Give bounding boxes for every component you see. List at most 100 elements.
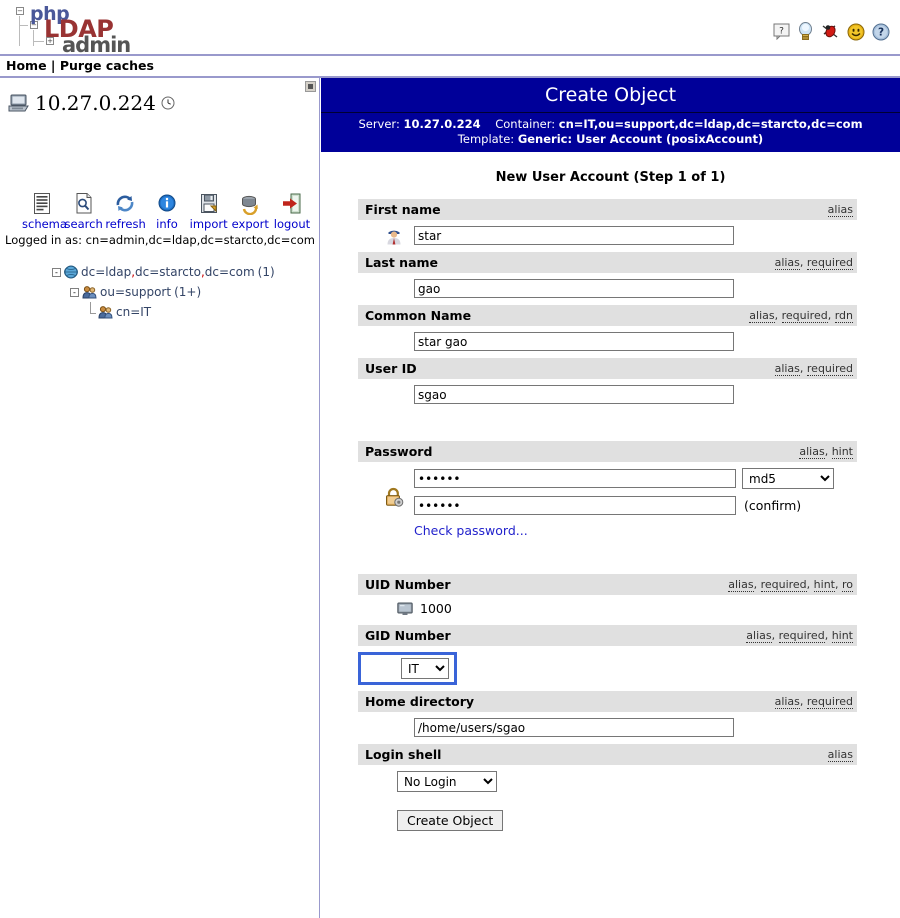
tree-expander-ou-support[interactable]: - — [70, 287, 79, 297]
sidebar-tool-import-label: import — [189, 217, 228, 231]
server-label: Server: — [358, 117, 400, 131]
field-user-id-header: User ID alias, required — [358, 358, 857, 379]
field-user-id-label: User ID — [365, 361, 417, 376]
hint-required[interactable]: required — [760, 578, 807, 592]
tree-expander-root[interactable]: - — [52, 267, 61, 277]
hint-alias[interactable]: alias — [746, 629, 772, 643]
field-uid-number-row: 1000 — [397, 601, 900, 616]
breadcrumb: Home | Purge caches — [0, 56, 900, 78]
sidebar-tool-info[interactable]: info — [147, 190, 187, 231]
sidebar-tool-export[interactable]: export — [230, 190, 270, 231]
home-directory-input[interactable] — [414, 718, 734, 737]
sidebar-tool-import[interactable]: import — [189, 190, 229, 231]
gid-number-focus-ring: ITsupportusers — [358, 652, 457, 685]
password-row-2: (confirm) — [414, 496, 900, 515]
logo-line-h2 — [33, 41, 44, 42]
field-common-name-label: Common Name — [365, 308, 472, 323]
sidebar-collapse-button[interactable] — [305, 81, 316, 92]
first-name-input[interactable] — [414, 226, 734, 245]
logo-box-1: − — [16, 7, 24, 15]
hint-alias[interactable]: alias — [749, 309, 775, 323]
sidebar-tool-schema-label: schema — [22, 217, 67, 231]
export-icon — [242, 195, 259, 215]
import-icon — [200, 193, 217, 213]
field-home-directory-header: Home directory alias, required — [358, 691, 857, 712]
top-banner: − − + php LDAP admin ? ? — [0, 0, 900, 57]
hint-alias[interactable]: alias — [827, 748, 853, 762]
hint-required[interactable]: required — [806, 362, 853, 376]
uid-number-value: 1000 — [420, 601, 452, 616]
field-home-directory: Home directory alias, required * — [321, 691, 900, 744]
lightbulb-icon[interactable] — [797, 22, 814, 41]
logo-line-v1 — [19, 16, 20, 46]
main-content: Create Object Server: 10.27.0.224 Contai… — [321, 78, 900, 918]
submit-row: Create Object — [397, 810, 900, 831]
sidebar-tool-search-label: search — [64, 217, 103, 231]
tree-node-ou-support[interactable]: - ou=support (1+) — [0, 282, 319, 302]
clock-icon[interactable] — [161, 96, 175, 110]
hint-alias[interactable]: alias — [774, 256, 800, 270]
user-id-input[interactable] — [414, 385, 734, 404]
users-icon — [82, 286, 97, 299]
field-gid-number-hints: alias, required, hint — [746, 629, 853, 643]
tree-node-root[interactable]: - dc=ldap,dc=starcto,dc=com (1) — [0, 262, 319, 282]
hint-required[interactable]: required — [778, 629, 825, 643]
sidebar-tool-schema[interactable]: schema — [22, 190, 67, 231]
hint-alias[interactable]: alias — [827, 203, 853, 217]
tree-node-cn-it-label: cn=IT — [116, 305, 152, 319]
field-first-name-header: First name alias — [358, 199, 857, 220]
svg-text:?: ? — [878, 26, 884, 38]
password-confirm-input[interactable] — [414, 496, 736, 515]
smiley-icon[interactable] — [847, 23, 865, 41]
hint-required[interactable]: required — [806, 256, 853, 270]
hint-alias[interactable]: alias — [799, 445, 825, 459]
question-circle-icon[interactable]: ? — [872, 23, 890, 41]
sidebar-tool-search[interactable]: search — [64, 190, 104, 231]
password-row-1: md5cryptshasshasmd5clear — [414, 468, 900, 489]
help-balloon-icon[interactable]: ? — [773, 23, 790, 40]
globe-icon — [64, 265, 78, 279]
common-name-input[interactable] — [414, 332, 734, 351]
create-object-button[interactable]: Create Object — [397, 810, 504, 831]
info-icon — [158, 194, 176, 211]
object-meta-bar: Server: 10.27.0.224 Container: cn=IT,ou=… — [321, 113, 900, 152]
bug-icon[interactable] — [821, 22, 840, 41]
logo-line-v2 — [33, 30, 34, 46]
password-hash-select[interactable]: md5cryptshasshasmd5clear — [742, 468, 834, 489]
field-login-shell-hints: alias — [827, 748, 853, 762]
field-home-directory-row — [414, 718, 900, 737]
gid-number-select[interactable]: ITsupportusers — [401, 658, 449, 679]
hint-hint[interactable]: hint — [831, 445, 853, 459]
breadcrumb-home[interactable]: Home — [6, 58, 47, 73]
container-label: Container: — [495, 117, 556, 131]
field-uid-number-label: UID Number — [365, 577, 451, 592]
last-name-input[interactable] — [414, 279, 734, 298]
field-gid-number-header: GID Number alias, required, hint — [358, 625, 857, 646]
tree-node-cn-it[interactable]: cn=IT — [0, 301, 319, 322]
breadcrumb-separator: | — [50, 58, 56, 73]
hint-alias[interactable]: alias — [774, 695, 800, 709]
hint-hint[interactable]: hint — [813, 578, 835, 592]
sidebar-tool-logout-label: logout — [273, 217, 311, 231]
template-value: Generic: User Account (posixAccount) — [517, 132, 764, 146]
field-first-name-body — [321, 220, 900, 252]
field-common-name-body: * — [321, 326, 900, 358]
check-password-link[interactable]: Check password... — [414, 523, 528, 538]
login-shell-select[interactable]: No Login/bin/sh/bin/bash/bin/csh/bin/fal… — [397, 771, 497, 792]
field-password-label: Password — [365, 444, 433, 459]
hint-required[interactable]: required — [806, 695, 853, 709]
breadcrumb-purge-caches[interactable]: Purge caches — [60, 58, 154, 73]
hint-ro[interactable]: ro — [841, 578, 853, 592]
hint-alias[interactable]: alias — [728, 578, 754, 592]
hint-hint[interactable]: hint — [831, 629, 853, 643]
hint-alias[interactable]: alias — [774, 362, 800, 376]
password-input[interactable] — [414, 469, 736, 488]
sidebar-toolbar: schema search refresh info import export… — [22, 190, 312, 231]
sidebar-tool-refresh[interactable]: refresh — [105, 190, 146, 231]
hint-required[interactable]: required — [781, 309, 828, 323]
hint-rdn[interactable]: rdn — [834, 309, 853, 323]
field-user-id: User ID alias, required * — [321, 358, 900, 441]
field-last-name-label: Last name — [365, 255, 439, 270]
sidebar-tool-logout[interactable]: logout — [272, 190, 312, 231]
field-password-body: md5cryptshasshasmd5clear (confirm) Check… — [321, 462, 900, 554]
